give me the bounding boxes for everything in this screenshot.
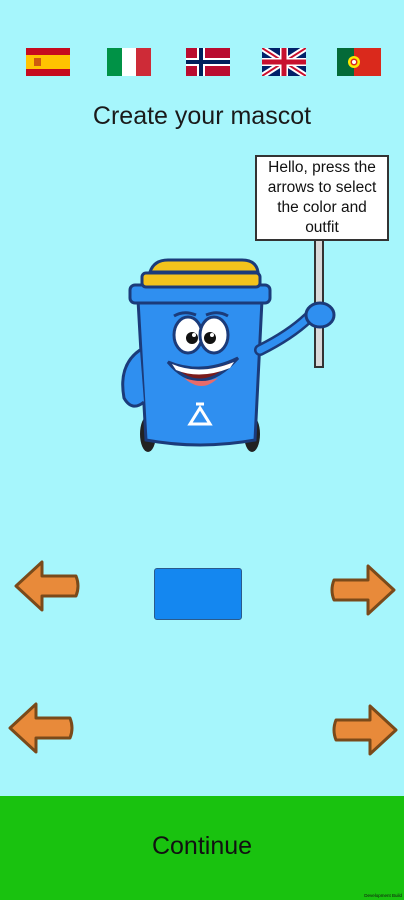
right-arrow-icon <box>332 704 398 756</box>
build-label: Development Build <box>364 893 402 898</box>
italy-flag-icon[interactable] <box>107 48 151 76</box>
mascot-sign: Hello, press the arrows to select the co… <box>255 155 389 241</box>
color-swatch <box>154 568 242 620</box>
outfit-prev-arrow[interactable] <box>6 700 76 756</box>
spain-flag-icon[interactable] <box>26 48 70 76</box>
color-prev-arrow[interactable] <box>12 558 82 614</box>
language-selector <box>0 48 404 78</box>
bin-lid <box>147 258 260 274</box>
left-arrow-icon <box>8 702 74 754</box>
outfit-next-arrow[interactable] <box>330 702 400 758</box>
sign-pole <box>314 234 324 368</box>
page-title: Create your mascot <box>92 102 312 130</box>
uk-flag-icon[interactable] <box>262 48 306 76</box>
left-arrow-icon <box>14 560 80 612</box>
continue-button[interactable]: Continue <box>0 832 404 861</box>
color-next-arrow[interactable] <box>328 562 398 618</box>
norway-flag-icon[interactable] <box>186 48 230 76</box>
portugal-flag-icon[interactable] <box>337 48 381 76</box>
right-arrow-icon <box>330 564 396 616</box>
right-hand <box>304 301 336 329</box>
